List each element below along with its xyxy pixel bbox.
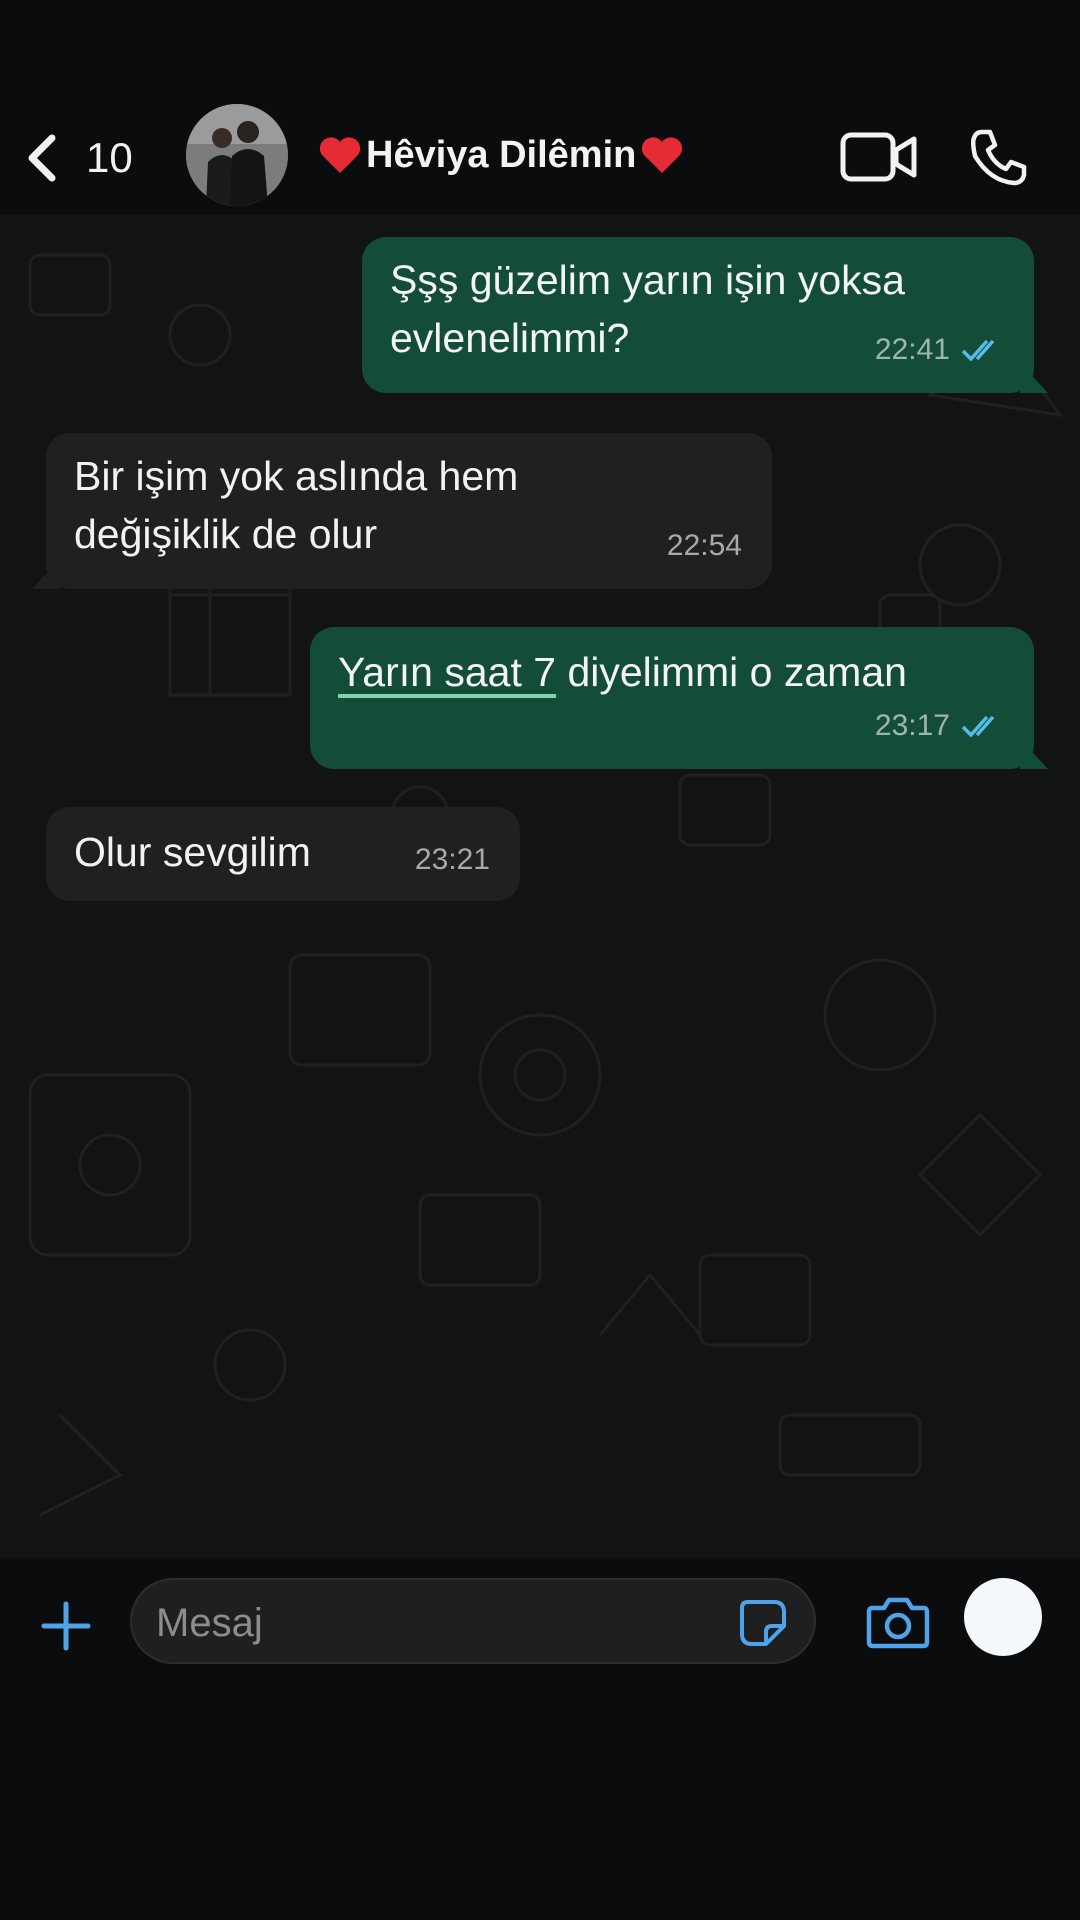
camera-icon[interactable] xyxy=(866,1594,930,1650)
bubble-tail xyxy=(1020,739,1048,769)
message-meta: 23:21 xyxy=(415,831,490,889)
unread-count: 10 xyxy=(86,134,133,181)
message-meta: 23:17 xyxy=(875,697,1004,755)
voice-record-button[interactable] xyxy=(964,1578,1042,1656)
message-list[interactable]: Şşş güzelim yarın işin yoksa evlenelimmi… xyxy=(0,215,1080,1558)
back-button[interactable]: 10 xyxy=(22,128,142,188)
video-call-icon[interactable] xyxy=(840,130,918,184)
sticker-icon[interactable] xyxy=(738,1598,788,1648)
chat-header: 10 Hêviya Dilêmin xyxy=(0,0,1080,215)
double-check-icon xyxy=(961,715,995,738)
message-bubble-outgoing[interactable]: Şşş güzelim yarın işin yoksa evlenelimmi… xyxy=(362,237,1048,393)
message-bubble-outgoing[interactable]: Yarın saat 7 diyelimmi o zaman 23:17 xyxy=(310,627,1048,769)
message-meta: 22:54 xyxy=(667,517,742,575)
plus-icon[interactable] xyxy=(38,1598,94,1654)
phone-icon[interactable] xyxy=(968,126,1030,188)
bubble-tail xyxy=(32,559,60,589)
message-text: Yarın saat 7 diyelimmi o zaman xyxy=(338,643,1006,701)
contact-avatar[interactable] xyxy=(186,104,288,206)
chevron-left-icon xyxy=(28,134,56,182)
message-input[interactable] xyxy=(154,1594,718,1652)
message-time: 23:17 xyxy=(874,709,950,742)
avatar-photo xyxy=(186,104,288,206)
message-time: 22:54 xyxy=(666,529,742,562)
message-link[interactable]: Yarın saat 7 xyxy=(338,649,556,695)
message-bubble-incoming[interactable]: Olur sevgilim 23:21 xyxy=(46,807,520,901)
message-text: değişiklik de olur xyxy=(74,511,378,557)
bubble-tail xyxy=(1020,363,1048,393)
contact-title[interactable]: Hêviya Dilêmin xyxy=(318,130,684,180)
message-bubble-incoming[interactable]: Bir işim yok aslında hem değişiklik de o… xyxy=(32,433,772,589)
double-check-icon xyxy=(961,339,995,362)
message-text: Bir işim yok aslında hem xyxy=(74,453,519,499)
heart-icon xyxy=(642,137,683,173)
message-time: 23:21 xyxy=(414,843,490,876)
message-meta: 22:41 xyxy=(875,321,1004,379)
heart-icon xyxy=(319,137,361,173)
message-text-rest: diyelimmi o zaman xyxy=(556,649,907,695)
contact-name: Hêviya Dilêmin xyxy=(366,133,637,176)
message-time: 22:41 xyxy=(874,333,950,366)
message-text: Şşş güzelim yarın işin yoksa xyxy=(390,257,905,303)
message-field[interactable] xyxy=(130,1578,816,1664)
